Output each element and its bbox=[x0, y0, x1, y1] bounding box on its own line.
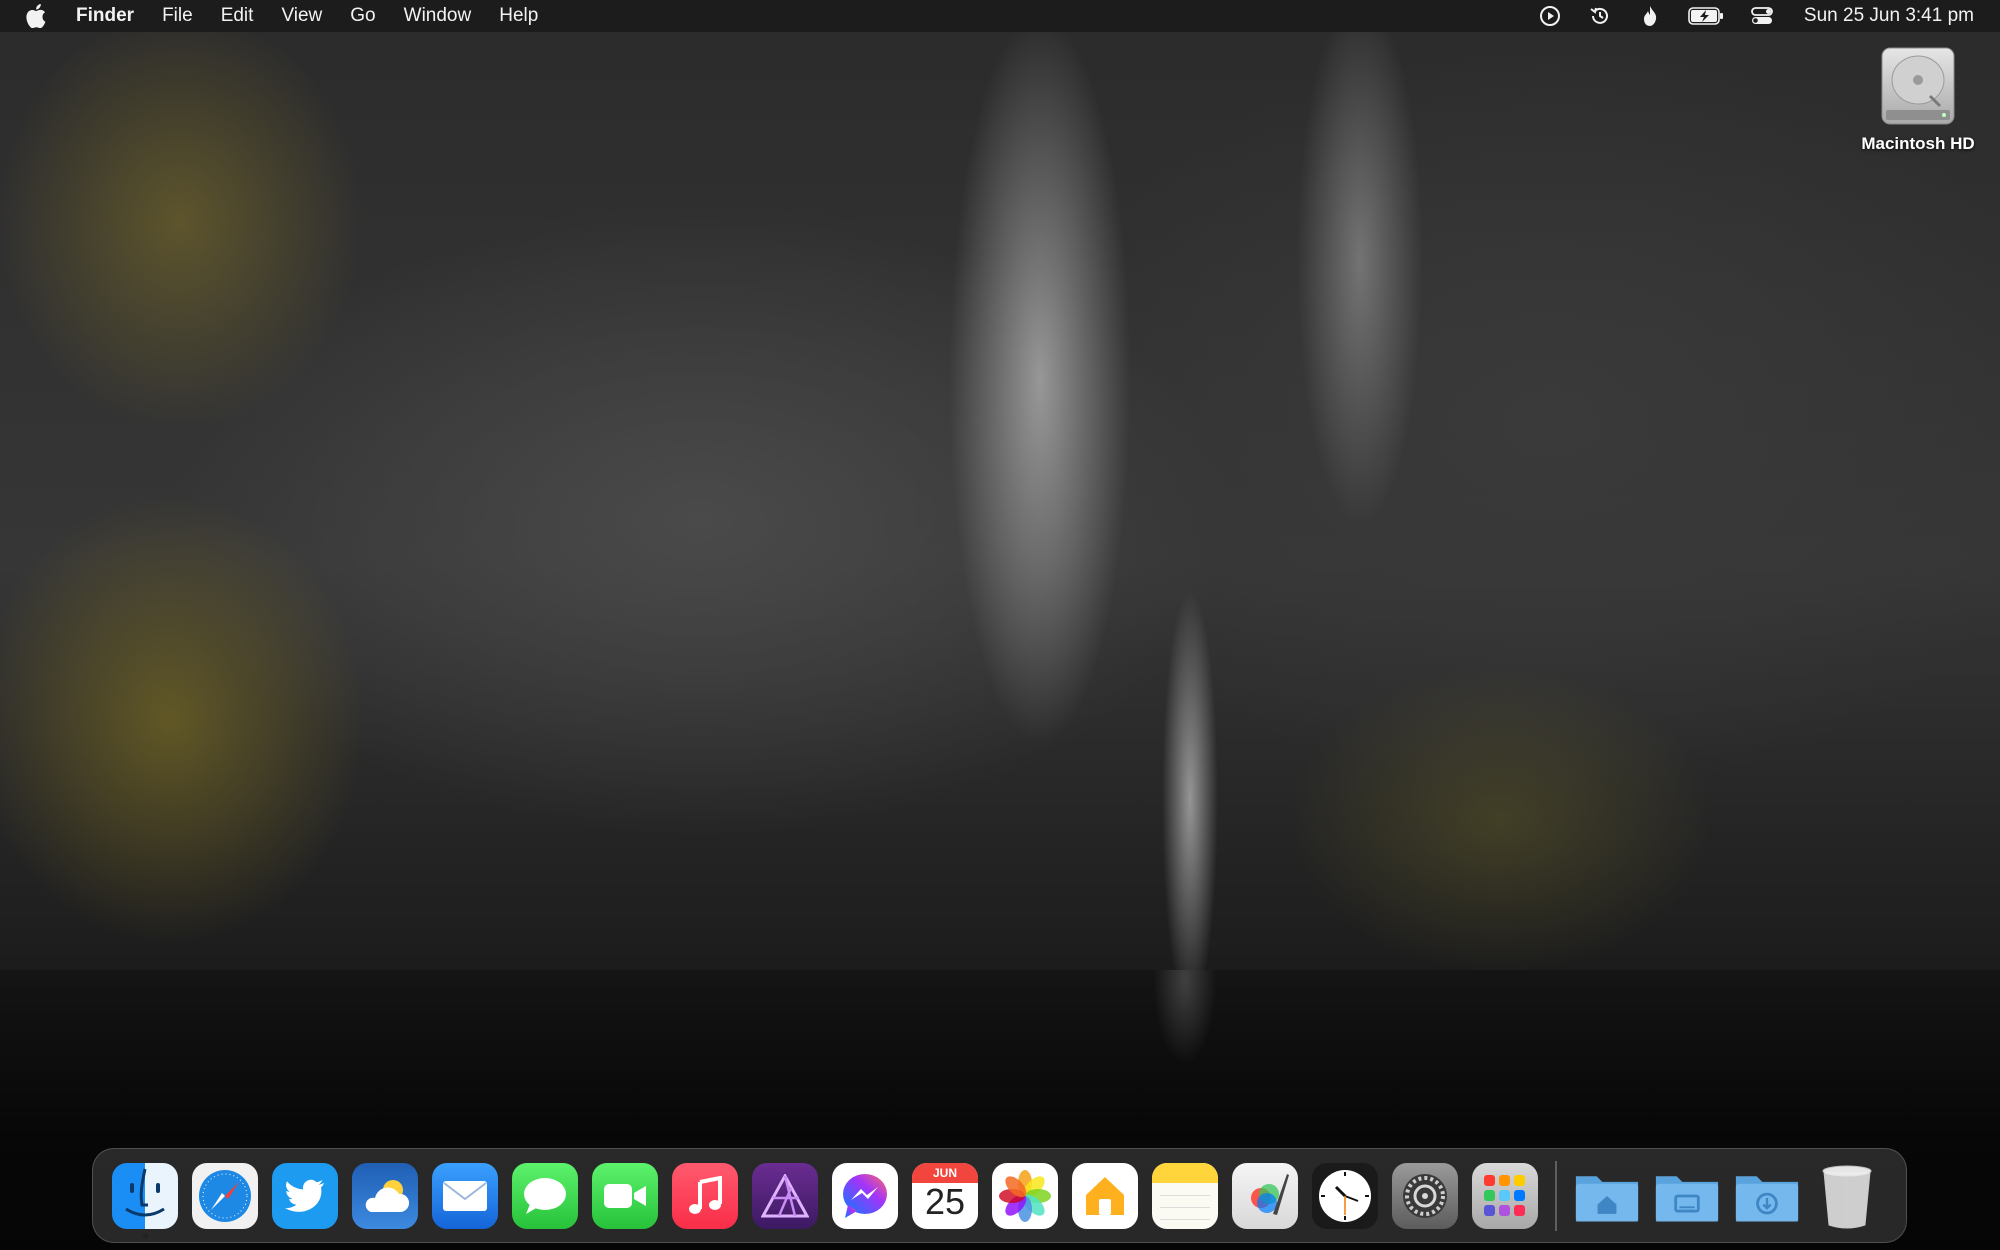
menu-window[interactable]: Window bbox=[404, 5, 472, 27]
dock-launchpad[interactable] bbox=[1472, 1162, 1538, 1229]
weather-icon bbox=[352, 1162, 418, 1229]
flame-icon[interactable] bbox=[1638, 4, 1662, 28]
calendar-icon: JUN 25 bbox=[912, 1162, 978, 1229]
home-folder-icon bbox=[1574, 1163, 1640, 1229]
finder-icon bbox=[112, 1162, 178, 1229]
dock: JUN 25 bbox=[92, 1148, 1907, 1243]
hard-drive-icon bbox=[1878, 44, 1958, 128]
dock-safari[interactable] bbox=[192, 1162, 258, 1229]
dock-messages[interactable] bbox=[512, 1162, 578, 1229]
time-machine-icon[interactable] bbox=[1588, 4, 1612, 28]
dock-facetime[interactable] bbox=[592, 1162, 658, 1229]
dock-clock[interactable] bbox=[1312, 1162, 1378, 1229]
messenger-icon bbox=[832, 1162, 898, 1229]
dock-calendar[interactable]: JUN 25 bbox=[912, 1162, 978, 1229]
dock-home[interactable] bbox=[1072, 1162, 1138, 1229]
menu-edit[interactable]: Edit bbox=[221, 5, 254, 27]
calendar-month: JUN bbox=[932, 1165, 957, 1180]
pixelmator-icon bbox=[1232, 1162, 1298, 1229]
running-indicator bbox=[143, 1233, 148, 1239]
dock-folder-home[interactable] bbox=[1574, 1163, 1640, 1229]
dock-finder[interactable] bbox=[112, 1162, 178, 1239]
menu-file[interactable]: File bbox=[162, 5, 193, 27]
apple-icon[interactable] bbox=[26, 4, 48, 28]
home-icon bbox=[1072, 1162, 1138, 1229]
dock-affinity[interactable] bbox=[752, 1162, 818, 1229]
desktop-icon-label: Macintosh HD bbox=[1861, 134, 1975, 153]
dock-music[interactable] bbox=[672, 1162, 738, 1229]
menu-help[interactable]: Help bbox=[499, 5, 538, 27]
twitter-icon bbox=[272, 1162, 338, 1229]
safari-icon bbox=[192, 1162, 258, 1229]
dock-pixelmator[interactable] bbox=[1232, 1162, 1298, 1229]
dock-weather[interactable] bbox=[352, 1162, 418, 1229]
dock-system-settings[interactable] bbox=[1392, 1162, 1458, 1229]
control-center-icon[interactable] bbox=[1750, 4, 1774, 28]
launchpad-icon bbox=[1472, 1162, 1538, 1229]
notes-icon bbox=[1152, 1162, 1218, 1229]
desktop-wallpaper bbox=[0, 0, 2000, 1250]
dock-mail[interactable] bbox=[432, 1162, 498, 1229]
dock-photos[interactable] bbox=[992, 1162, 1058, 1229]
music-icon bbox=[672, 1162, 738, 1229]
dock-folder-downloads[interactable] bbox=[1734, 1163, 1800, 1229]
menu-go[interactable]: Go bbox=[350, 5, 375, 27]
calendar-day: 25 bbox=[924, 1180, 966, 1222]
dock-messenger[interactable] bbox=[832, 1162, 898, 1229]
menu-view[interactable]: View bbox=[281, 5, 322, 27]
dock-folder-desktop[interactable] bbox=[1654, 1163, 1720, 1229]
play-circle-icon[interactable] bbox=[1538, 4, 1562, 28]
menu-bar: Finder File Edit View Go Window Help Sun… bbox=[0, 0, 2000, 32]
trash-icon bbox=[1814, 1163, 1880, 1229]
photos-icon bbox=[992, 1162, 1058, 1229]
downloads-folder-icon bbox=[1734, 1163, 1800, 1229]
desktop-folder-icon bbox=[1654, 1163, 1720, 1229]
dock-twitter[interactable] bbox=[272, 1162, 338, 1229]
dock-notes[interactable] bbox=[1152, 1162, 1218, 1229]
facetime-icon bbox=[592, 1162, 658, 1229]
menu-app-finder[interactable]: Finder bbox=[76, 5, 134, 27]
dock-trash[interactable] bbox=[1814, 1163, 1880, 1229]
messages-icon bbox=[512, 1162, 578, 1229]
mail-icon bbox=[432, 1162, 498, 1229]
battery-charging-icon[interactable] bbox=[1688, 4, 1724, 28]
clock-icon bbox=[1312, 1162, 1378, 1229]
dock-separator bbox=[1555, 1160, 1557, 1231]
desktop-icon-macintosh-hd[interactable]: Macintosh HD bbox=[1848, 44, 1988, 154]
affinity-icon bbox=[752, 1162, 818, 1229]
menubar-clock[interactable]: Sun 25 Jun 3:41 pm bbox=[1804, 5, 1974, 27]
settings-icon bbox=[1392, 1162, 1458, 1229]
